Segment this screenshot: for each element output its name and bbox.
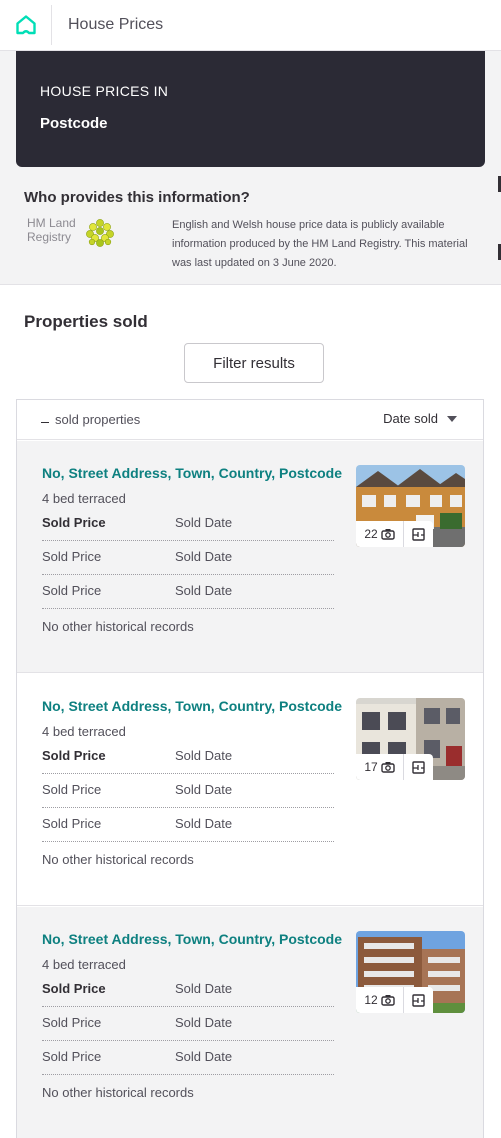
history-row: Sold Price Sold Date	[42, 740, 334, 774]
results-header: sold properties Date sold	[17, 400, 483, 440]
sold-price: Sold Price	[42, 816, 102, 831]
floorplan-button[interactable]	[404, 987, 433, 1013]
property-address[interactable]: No, Street Address, Town, Country, Postc…	[42, 698, 342, 714]
sold-date: Sold Date	[175, 583, 233, 598]
sold-date: Sold Date	[175, 1015, 233, 1030]
land-registry-emblem-icon	[86, 219, 114, 247]
sold-date: Sold Date	[175, 748, 233, 763]
info-panel: HOUSE PRICES IN Postcode Who provides th…	[0, 51, 501, 285]
property-photo[interactable]: 17	[356, 698, 465, 780]
sold-date: Sold Date	[175, 549, 233, 564]
property-card[interactable]: No, Street Address, Town, Country, Postc…	[17, 674, 483, 906]
sold-price: Sold Price	[42, 981, 106, 996]
property-card[interactable]: No, Street Address, Town, Country, Postc…	[17, 907, 483, 1138]
photo-overlay: 22	[356, 521, 433, 547]
floorplan-button[interactable]	[404, 754, 433, 780]
sold-price: Sold Price	[42, 515, 106, 530]
provider-title: Who provides this information?	[24, 189, 250, 206]
sort-dropdown[interactable]: Date sold	[383, 411, 457, 426]
sold-date: Sold Date	[175, 981, 233, 996]
property-type: 4 bed terraced	[42, 724, 126, 739]
no-history-note: No other historical records	[42, 852, 194, 867]
hero-subtitle: HOUSE PRICES IN	[40, 83, 169, 99]
sold-price: Sold Price	[42, 549, 102, 564]
floorplan-icon	[412, 760, 425, 774]
sold-date: Sold Date	[175, 515, 233, 530]
camera-icon	[380, 995, 395, 1006]
hero-banner: HOUSE PRICES IN Postcode	[16, 51, 485, 167]
results-count-label: sold properties	[55, 412, 141, 427]
top-bar: House Prices	[0, 0, 501, 51]
photo-count: 22	[364, 527, 378, 541]
photo-count: 12	[364, 993, 378, 1007]
results-panel: sold properties Date sold No, Street Add…	[16, 399, 484, 1138]
history-row: Sold Price Sold Date	[42, 774, 334, 808]
history-row: Sold Price Sold Date	[42, 973, 334, 1007]
history-row: Sold Price Sold Date	[42, 575, 334, 609]
photo-count: 17	[364, 760, 378, 774]
history-row: Sold Price Sold Date	[42, 507, 334, 541]
floorplan-button[interactable]	[404, 521, 433, 547]
property-card[interactable]: No, Street Address, Town, Country, Postc…	[17, 441, 483, 673]
no-history-note: No other historical records	[42, 1085, 194, 1100]
history-row: Sold Price Sold Date	[42, 1007, 334, 1041]
camera-icon	[380, 762, 395, 773]
sold-date: Sold Date	[175, 816, 233, 831]
property-address[interactable]: No, Street Address, Town, Country, Postc…	[42, 465, 342, 481]
sold-price: Sold Price	[42, 583, 102, 598]
property-address[interactable]: No, Street Address, Town, Country, Postc…	[42, 931, 342, 947]
history-row: Sold Price Sold Date	[42, 808, 334, 842]
floorplan-icon	[412, 527, 425, 541]
camera-icon	[380, 529, 395, 540]
sold-price: Sold Price	[42, 748, 106, 763]
photo-count-badge[interactable]: 17	[356, 754, 404, 780]
photo-count-badge[interactable]: 12	[356, 987, 404, 1013]
filter-results-button[interactable]: Filter results	[184, 343, 324, 383]
no-history-note: No other historical records	[42, 619, 194, 634]
history-row: Sold Price Sold Date	[42, 541, 334, 575]
floorplan-icon	[412, 993, 425, 1007]
property-type: 4 bed terraced	[42, 957, 126, 972]
sold-price: Sold Price	[42, 782, 102, 797]
sort-label: Date sold	[383, 411, 438, 426]
photo-overlay: 17	[356, 754, 433, 780]
sold-date: Sold Date	[175, 782, 233, 797]
properties-title: Properties sold	[24, 312, 148, 331]
sold-price: Sold Price	[42, 1049, 102, 1064]
hero-location: Postcode	[40, 115, 108, 132]
photo-overlay: 12	[356, 987, 433, 1013]
provider-description: English and Welsh house price data is pu…	[172, 219, 468, 269]
results-count: sold properties	[41, 412, 140, 427]
land-registry-logo: HM Land Registry	[27, 216, 119, 248]
land-registry-logo-text: HM Land Registry	[27, 216, 76, 244]
page-title: House Prices	[68, 16, 164, 33]
home-icon[interactable]	[14, 13, 38, 37]
sold-date: Sold Date	[175, 1049, 233, 1064]
photo-count-badge[interactable]: 22	[356, 521, 404, 547]
history-row: Sold Price Sold Date	[42, 1041, 334, 1075]
header-divider	[51, 5, 52, 45]
chevron-down-icon	[447, 415, 457, 422]
property-photo[interactable]: 22	[356, 465, 465, 547]
property-photo[interactable]: 12	[356, 931, 465, 1013]
property-type: 4 bed terraced	[42, 491, 126, 506]
sold-price: Sold Price	[42, 1015, 102, 1030]
